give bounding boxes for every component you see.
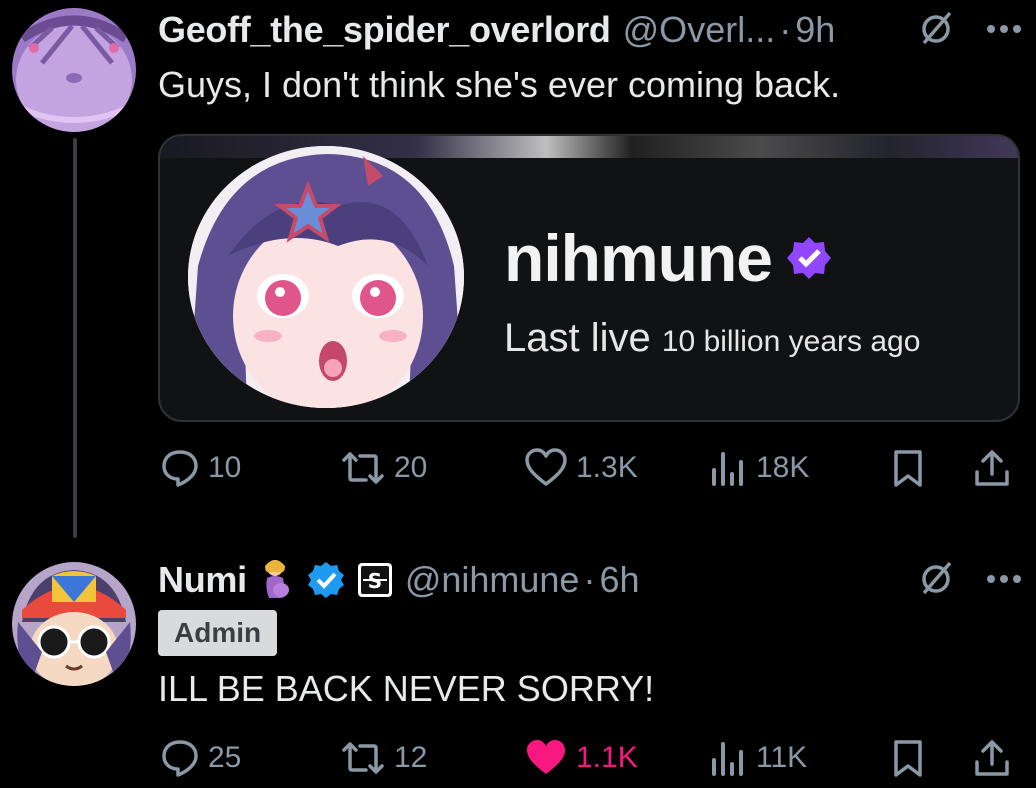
thread-connector bbox=[73, 138, 77, 538]
media-card[interactable]: nihmune Last live 10 billion years ago bbox=[158, 134, 1020, 422]
share-icon bbox=[972, 448, 1012, 488]
timestamp[interactable]: 9h bbox=[795, 9, 835, 51]
bookmark-icon bbox=[890, 738, 926, 778]
user-handle[interactable]: @nihmune bbox=[405, 559, 580, 601]
verified-icon[interactable] bbox=[307, 561, 345, 599]
like-button[interactable]: 1.3K bbox=[524, 446, 638, 490]
pregnant-woman-emoji-icon bbox=[255, 558, 295, 602]
like-count: 1.1K bbox=[576, 741, 638, 774]
like-button[interactable]: 1.1K bbox=[524, 736, 638, 780]
separator-dot: · bbox=[583, 559, 596, 600]
affiliate-badge-icon[interactable]: S bbox=[357, 562, 393, 598]
tweet1-header-icons bbox=[918, 8, 1022, 52]
reply-button[interactable]: 10 bbox=[160, 446, 241, 490]
tweet-text: ILL BE BACK NEVER SORRY! bbox=[158, 668, 655, 709]
repost-count: 12 bbox=[394, 741, 428, 774]
repost-count: 20 bbox=[394, 451, 428, 484]
like-icon bbox=[524, 448, 568, 488]
last-live-line: Last live 10 billion years ago bbox=[504, 316, 920, 361]
bookmark-button[interactable] bbox=[890, 736, 926, 780]
repost-button[interactable]: 20 bbox=[340, 446, 427, 490]
admin-badge: Admin bbox=[158, 610, 278, 656]
reply-count: 10 bbox=[208, 451, 242, 484]
repost-icon bbox=[340, 448, 386, 488]
views-button[interactable]: 18K bbox=[708, 446, 809, 490]
streamer-name: nihmune bbox=[504, 220, 832, 296]
like-icon bbox=[524, 738, 568, 778]
tweet1-header: Geoff_the_spider_overlord @Overl... · 9h bbox=[158, 8, 835, 52]
like-count: 1.3K bbox=[576, 451, 638, 484]
timestamp[interactable]: 6h bbox=[599, 559, 639, 601]
tweet2-header: Numi S @nihmune · 6h bbox=[158, 558, 640, 602]
reply-button[interactable]: 25 bbox=[160, 736, 241, 780]
views-icon bbox=[708, 448, 748, 488]
reply-count: 25 bbox=[208, 741, 242, 774]
tweet-text: Guys, I don't think she's ever coming ba… bbox=[158, 64, 841, 105]
reply-icon bbox=[160, 738, 200, 778]
more-icon[interactable] bbox=[986, 571, 1022, 589]
grok-icon[interactable] bbox=[918, 9, 956, 52]
display-name[interactable]: Numi bbox=[158, 559, 247, 601]
last-live-label: Last live bbox=[504, 316, 651, 360]
display-name[interactable]: Geoff_the_spider_overlord bbox=[158, 9, 611, 51]
views-icon bbox=[708, 738, 748, 778]
separator-dot: · bbox=[779, 9, 792, 50]
repost-icon bbox=[340, 738, 386, 778]
twitch-verified-icon bbox=[786, 220, 832, 296]
grok-icon[interactable] bbox=[918, 559, 956, 602]
views-button[interactable]: 11K bbox=[708, 736, 807, 780]
streamer-name-text: nihmune bbox=[504, 221, 773, 295]
last-live-value: 10 billion years ago bbox=[661, 325, 921, 358]
bookmark-icon bbox=[890, 448, 926, 488]
streamer-avatar bbox=[188, 146, 464, 408]
share-icon bbox=[972, 738, 1012, 778]
share-button[interactable] bbox=[972, 736, 1012, 780]
share-button[interactable] bbox=[972, 446, 1012, 490]
more-icon[interactable] bbox=[986, 21, 1022, 39]
avatar-numi[interactable] bbox=[12, 562, 136, 686]
reply-icon bbox=[160, 448, 200, 488]
bookmark-button[interactable] bbox=[890, 446, 926, 490]
user-handle[interactable]: @Overl... bbox=[623, 9, 776, 51]
tweet2-actions: 25 12 1.1K 11K bbox=[160, 736, 1020, 780]
tweet2-header-icons bbox=[918, 558, 1022, 602]
tweet1-actions: 10 20 1.3K 18K bbox=[160, 446, 1020, 490]
repost-button[interactable]: 12 bbox=[340, 736, 427, 780]
views-count: 11K bbox=[756, 741, 808, 774]
avatar-geoff[interactable] bbox=[12, 8, 136, 132]
views-count: 18K bbox=[756, 451, 810, 484]
